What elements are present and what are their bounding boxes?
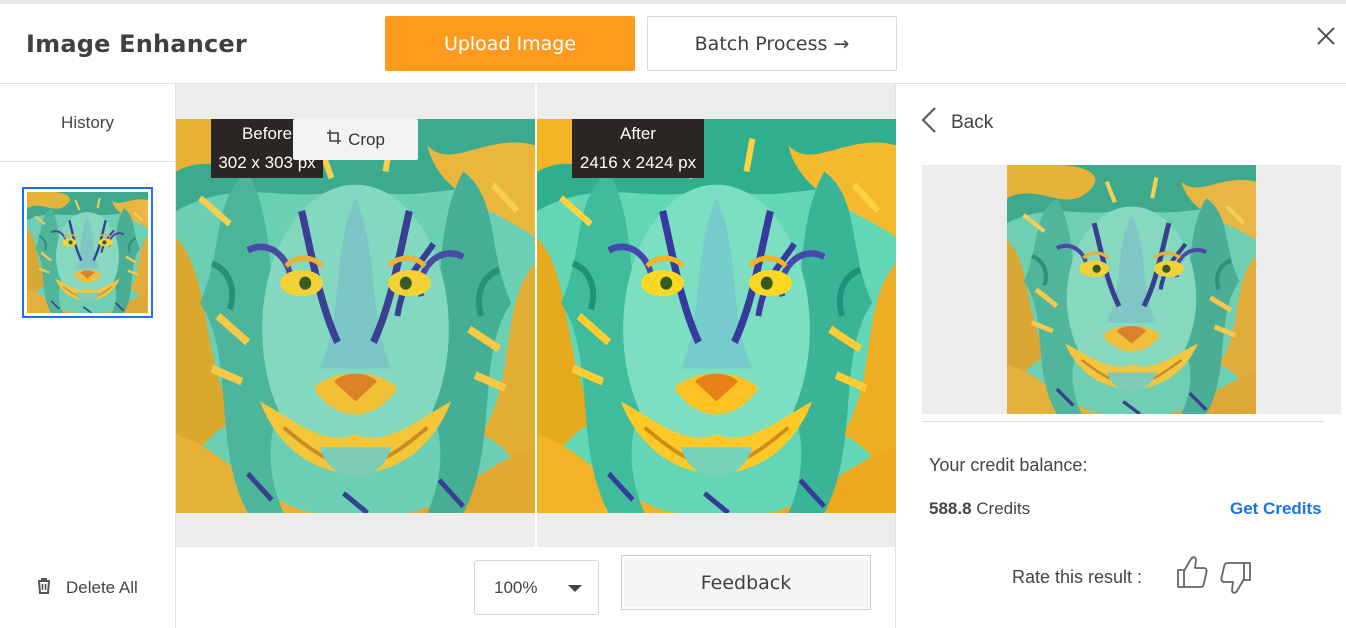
feedback-button[interactable]: Feedback: [621, 555, 871, 610]
thumbs-up-icon[interactable]: [1175, 554, 1209, 590]
history-thumbnail-image: [27, 192, 148, 313]
delete-all-button[interactable]: Delete All: [34, 576, 138, 600]
result-panel: Back Your credit balance: 588.8 Credits …: [897, 84, 1346, 628]
compare-view: Before 302 x 303 px Crop After 2416 x 24…: [176, 84, 896, 547]
delete-all-label: Delete All: [66, 578, 138, 597]
chevron-down-icon: [568, 585, 582, 592]
credit-balance: 588.8 Credits: [929, 499, 1030, 519]
credit-balance-title: Your credit balance:: [929, 455, 1088, 475]
top-bar: Image Enhancer Upload Image Batch Proces…: [0, 0, 1346, 84]
app-title: Image Enhancer: [26, 30, 247, 58]
upload-image-button[interactable]: Upload Image: [385, 16, 635, 71]
crop-label: Crop: [348, 129, 385, 149]
result-preview: [922, 165, 1341, 414]
crop-button[interactable]: Crop: [293, 119, 418, 160]
zoom-value: 100%: [494, 577, 538, 597]
after-image[interactable]: [537, 119, 896, 513]
history-thumbnail[interactable]: [22, 187, 153, 318]
credit-unit: Credits: [971, 499, 1031, 518]
back-label: Back: [951, 112, 994, 133]
history-label: History: [0, 84, 175, 162]
batch-process-button[interactable]: Batch Process →: [647, 16, 897, 71]
after-size: 2416 x 2424 px: [579, 153, 697, 172]
get-credits-link[interactable]: Get Credits: [1230, 499, 1322, 519]
before-image[interactable]: [176, 119, 535, 513]
trash-icon: [34, 576, 54, 601]
history-sidebar: History Delete All: [0, 84, 176, 628]
after-tag: After 2416 x 2424 px: [572, 119, 704, 178]
crop-icon: [326, 129, 342, 150]
credit-amount: 588.8: [929, 499, 972, 518]
panel-divider: [922, 421, 1324, 422]
back-chevron-icon: [921, 106, 937, 140]
result-preview-image: [1007, 165, 1256, 414]
after-title: After: [620, 124, 656, 143]
bottom-controls: 100% Feedback: [176, 547, 896, 628]
zoom-select[interactable]: 100%: [474, 560, 599, 615]
rate-result-label: Rate this result :: [1012, 567, 1143, 587]
close-icon[interactable]: [1312, 22, 1340, 50]
thumbs-down-icon[interactable]: [1219, 560, 1253, 596]
back-button[interactable]: Back: [921, 106, 994, 140]
